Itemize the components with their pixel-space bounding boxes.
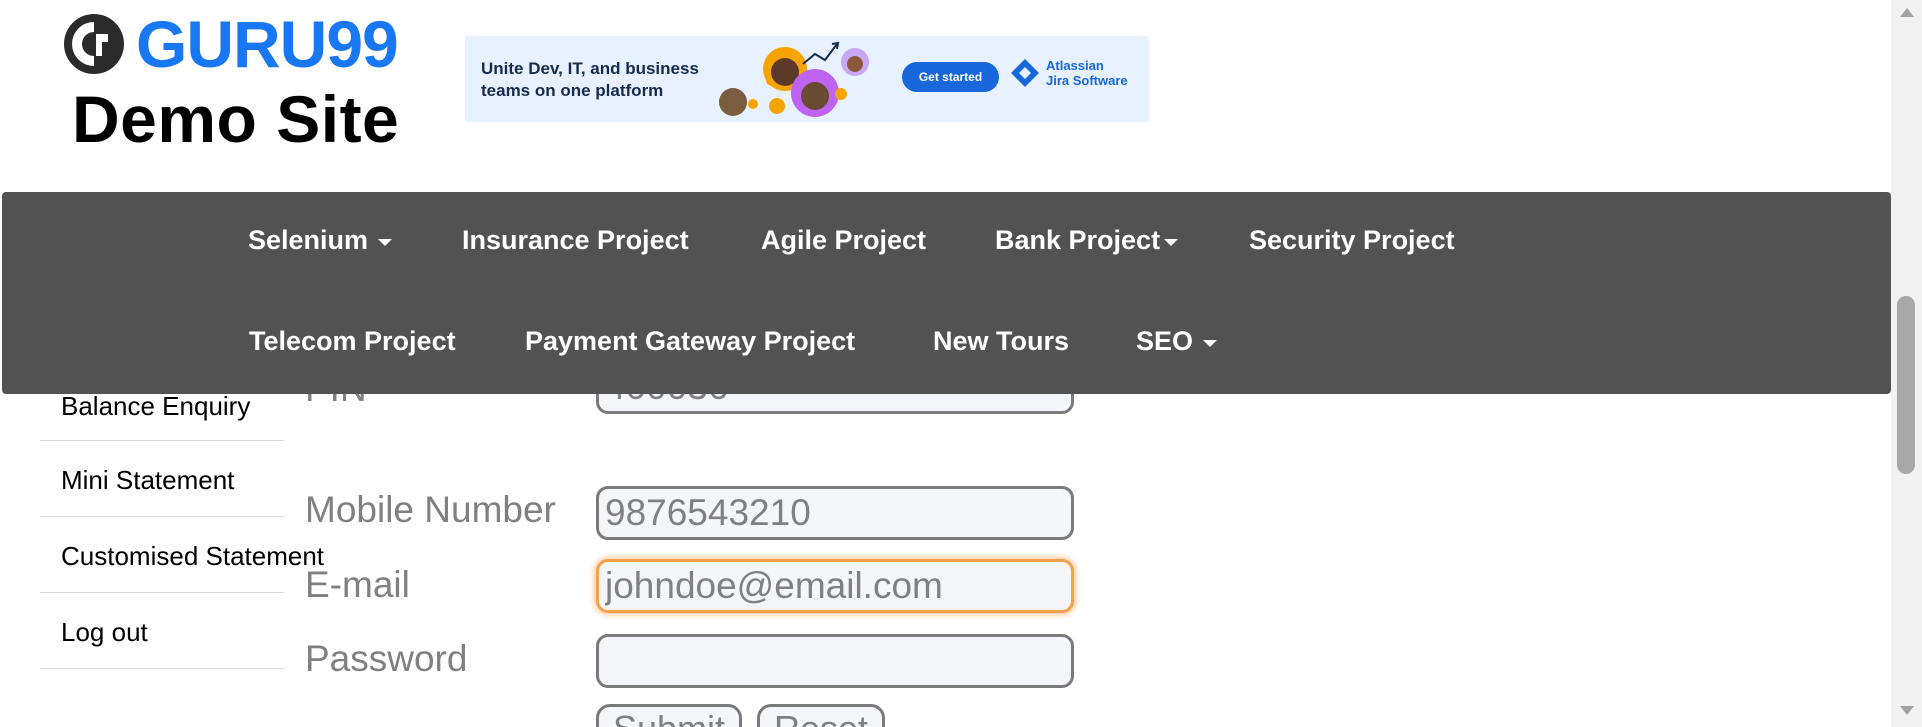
pin-field[interactable] [596,394,1074,414]
nav-bank-project-label: Bank Project [995,225,1161,255]
chevron-down-icon [1164,238,1179,246]
chevron-down-icon [378,238,393,246]
sidebar-item-balance-enquiry[interactable]: Balance Enquiry [40,394,284,441]
nav-seo-label: SEO [1136,326,1194,356]
password-label: Password [305,638,468,679]
ad-headline: Unite Dev, IT, and business teams on one… [481,59,699,100]
ad-brand-jira: Jira Software [1046,73,1128,88]
sidebar-item-label: Balance Enquiry [61,394,251,421]
nav-bank-project[interactable]: Bank Project [995,225,1179,256]
email-field[interactable] [596,559,1074,613]
ad-banner[interactable]: Unite Dev, IT, and business teams on one… [465,36,1149,122]
mobile-number-field[interactable] [596,486,1074,540]
ad-get-started-button[interactable]: Get started [902,62,999,92]
guru99-logo-icon [64,14,124,74]
ad-brand: Atlassian Jira Software [1010,58,1128,88]
scrollbar-thumb[interactable] [1897,296,1915,474]
nav-insurance-project-label: Insurance Project [462,225,689,255]
sidebar-item-mini-statement[interactable]: Mini Statement [40,441,284,517]
page-content: Balance Enquiry Mini Statement Customise… [0,394,1891,727]
sidebar-item-customised-statement[interactable]: Customised Statement [40,517,324,593]
nav-telecom-project-label: Telecom Project [249,326,456,356]
scroll-up-arrow-icon[interactable] [1900,8,1914,17]
nav-seo[interactable]: SEO [1136,326,1218,357]
sidebar-item-label: Mini Statement [61,465,235,495]
sidebar-item-label: Log out [61,617,148,647]
email-label: E-mail [305,564,410,605]
nav-new-tours-label: New Tours [933,326,1070,356]
nav-insurance-project[interactable]: Insurance Project [462,225,689,256]
password-field[interactable] [596,634,1074,688]
sidebar-item-label: Customised Statement [61,541,325,571]
nav-selenium-label: Selenium [248,225,369,255]
nav-payment-gateway-project[interactable]: Payment Gateway Project [525,326,855,357]
nav-telecom-project[interactable]: Telecom Project [249,326,456,357]
nav-security-project[interactable]: Security Project [1249,225,1455,256]
nav-agile-project-label: Agile Project [761,225,927,255]
scroll-down-arrow-icon[interactable] [1900,706,1914,715]
main-navbar: Selenium Insurance Project Agile Project… [2,192,1891,394]
nav-new-tours[interactable]: New Tours [933,326,1069,357]
site-title: Demo Site [72,82,400,156]
nav-selenium[interactable]: Selenium [248,225,393,256]
logo-text: GURU99 [136,7,399,81]
pin-label: PIN [305,394,367,410]
reset-button[interactable]: Reset [757,704,886,727]
chevron-down-icon [1203,339,1218,347]
vertical-scrollbar[interactable] [1891,0,1922,727]
ad-brand-atlassian: Atlassian [1046,58,1104,73]
sidebar-item-log-out[interactable]: Log out [40,593,284,669]
mobile-number-label: Mobile Number [305,489,556,530]
submit-button[interactable]: Submit [596,704,743,727]
nav-security-project-label: Security Project [1249,225,1455,255]
nav-payment-gateway-project-label: Payment Gateway Project [525,326,856,356]
nav-agile-project[interactable]: Agile Project [761,225,926,256]
jira-diamond-icon [1011,59,1039,87]
guru99-logo[interactable]: GURU99 [62,10,407,78]
